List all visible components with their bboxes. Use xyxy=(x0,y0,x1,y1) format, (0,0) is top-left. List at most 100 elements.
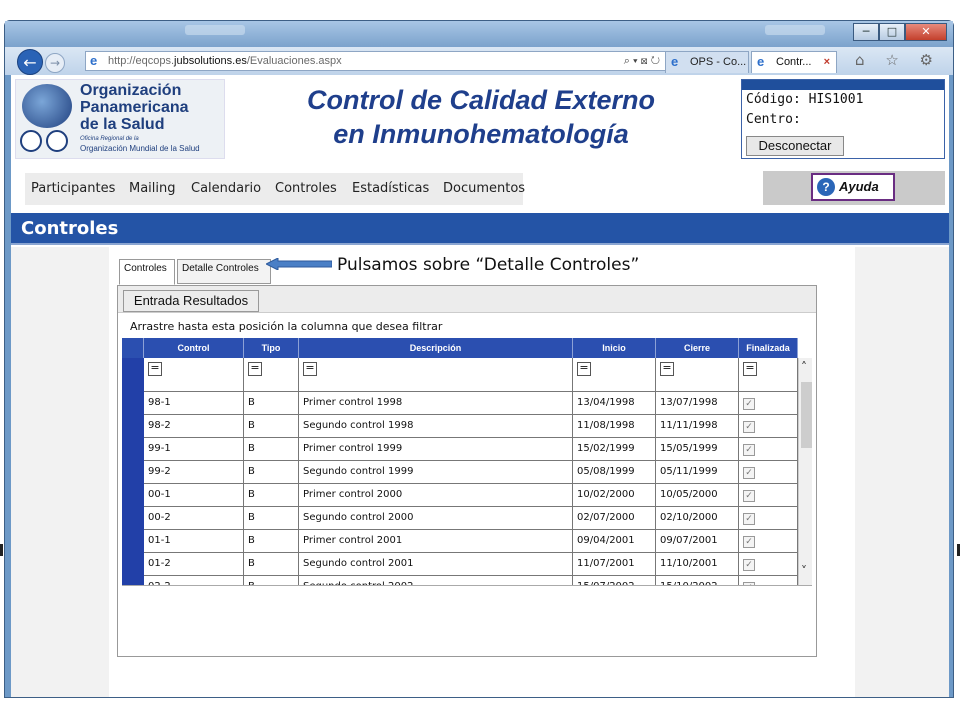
column-header-inicio[interactable]: Inicio xyxy=(573,338,656,358)
cell-inicio[interactable]: 10/02/2000 xyxy=(573,484,656,507)
browser-tab-controles[interactable]: e Contr... × xyxy=(751,51,837,73)
help-button[interactable]: ? Ayuda xyxy=(811,173,895,201)
row-selector[interactable] xyxy=(122,507,144,530)
cell-cierre[interactable]: 09/07/2001 xyxy=(656,530,739,553)
row-selector[interactable] xyxy=(122,553,144,576)
cell-cierre[interactable]: 11/10/2001 xyxy=(656,553,739,576)
tab-controles[interactable]: Controles xyxy=(119,259,175,285)
back-button[interactable]: ← xyxy=(17,49,43,75)
cell-tipo[interactable]: B xyxy=(244,530,299,553)
cell-descripcion[interactable]: Segundo control 2002 xyxy=(299,576,573,585)
cell-descripcion[interactable]: Primer control 2001 xyxy=(299,530,573,553)
scroll-up-icon[interactable]: ˄ xyxy=(801,360,807,374)
cell-finalizada[interactable]: ✓ xyxy=(739,392,798,415)
cell-cierre[interactable]: 02/10/2000 xyxy=(656,507,739,530)
cell-cierre[interactable]: 13/07/1998 xyxy=(656,392,739,415)
browser-tab-ops[interactable]: e OPS - Co... xyxy=(665,51,749,73)
cell-finalizada[interactable]: ✓ xyxy=(739,507,798,530)
cell-control[interactable]: 99-2 xyxy=(144,461,244,484)
cell-control[interactable]: 00-1 xyxy=(144,484,244,507)
menu-item-participantes[interactable]: Participantes xyxy=(31,181,115,196)
cell-finalizada[interactable]: ✓ xyxy=(739,553,798,576)
cell-descripcion[interactable]: Primer control 2000 xyxy=(299,484,573,507)
cell-cierre[interactable]: 10/05/2000 xyxy=(656,484,739,507)
cell-tipo[interactable]: B xyxy=(244,438,299,461)
scroll-down-icon[interactable]: ˅ xyxy=(801,564,807,578)
menu-item-controles[interactable]: Controles xyxy=(275,181,337,196)
minimize-button[interactable]: ─ xyxy=(853,23,879,41)
cell-inicio[interactable]: 05/08/1999 xyxy=(573,461,656,484)
cell-cierre[interactable]: 15/05/1999 xyxy=(656,438,739,461)
cell-descripcion[interactable]: Segundo control 2000 xyxy=(299,507,573,530)
row-selector[interactable] xyxy=(122,530,144,553)
entrada-resultados-button[interactable]: Entrada Resultados xyxy=(123,290,259,312)
forward-button[interactable]: → xyxy=(45,53,65,73)
cell-descripcion[interactable]: Segundo control 1998 xyxy=(299,415,573,438)
cell-control[interactable]: 01-1 xyxy=(144,530,244,553)
row-selector[interactable] xyxy=(122,392,144,415)
address-bar[interactable]: e http://eqcops.jubsolutions.es/Evaluaci… xyxy=(85,51,667,71)
menu-item-mailing[interactable]: Mailing xyxy=(129,181,176,196)
column-header-cierre[interactable]: Cierre xyxy=(656,338,739,358)
cell-descripcion[interactable]: Primer control 1998 xyxy=(299,392,573,415)
menu-item-estadisticas[interactable]: Estadísticas xyxy=(352,181,429,196)
column-header-tipo[interactable]: Tipo xyxy=(244,338,299,358)
cell-descripcion[interactable]: Segundo control 2001 xyxy=(299,553,573,576)
filter-descripcion[interactable]: = xyxy=(303,362,317,376)
filter-inicio[interactable]: = xyxy=(577,362,591,376)
cell-inicio[interactable]: 13/04/1998 xyxy=(573,392,656,415)
cell-tipo[interactable]: B xyxy=(244,461,299,484)
close-tab-icon[interactable]: × xyxy=(824,52,830,72)
cell-inicio[interactable]: 11/08/1998 xyxy=(573,415,656,438)
cell-cierre[interactable]: 05/11/1999 xyxy=(656,461,739,484)
row-selector[interactable] xyxy=(122,576,144,585)
cell-tipo[interactable]: B xyxy=(244,553,299,576)
row-selector[interactable] xyxy=(122,438,144,461)
close-window-button[interactable]: ✕ xyxy=(905,23,947,41)
vertical-scrollbar[interactable]: ˄ ˅ xyxy=(798,358,812,585)
row-selector[interactable] xyxy=(122,484,144,507)
cell-finalizada[interactable]: ✓ xyxy=(739,530,798,553)
cell-tipo[interactable]: B xyxy=(244,392,299,415)
row-selector[interactable] xyxy=(122,461,144,484)
cell-cierre[interactable]: 11/11/1998 xyxy=(656,415,739,438)
scroll-thumb[interactable] xyxy=(801,382,812,448)
cell-tipo[interactable]: B xyxy=(244,507,299,530)
cell-control[interactable]: 01-2 xyxy=(144,553,244,576)
filter-tipo[interactable]: = xyxy=(248,362,262,376)
cell-inicio[interactable]: 09/04/2001 xyxy=(573,530,656,553)
menu-item-calendario[interactable]: Calendario xyxy=(191,181,261,196)
cell-finalizada[interactable]: ✓ xyxy=(739,415,798,438)
cell-tipo[interactable]: B xyxy=(244,576,299,585)
home-favorites-settings-icons[interactable]: ⌂ ☆ ⚙ xyxy=(855,51,941,69)
cell-tipo[interactable]: B xyxy=(244,484,299,507)
cell-finalizada[interactable]: ✓ xyxy=(739,484,798,507)
cell-inicio[interactable]: 15/07/2002 xyxy=(573,576,656,585)
cell-control[interactable]: 00-2 xyxy=(144,507,244,530)
disconnect-button[interactable]: Desconectar xyxy=(746,136,844,156)
cell-finalizada[interactable]: ✓ xyxy=(739,438,798,461)
cell-inicio[interactable]: 11/07/2001 xyxy=(573,553,656,576)
address-tools[interactable]: ⌕ ▾ ⊠ ↻ xyxy=(624,52,660,70)
cell-control[interactable]: 98-2 xyxy=(144,415,244,438)
column-header-finalizada[interactable]: Finalizada xyxy=(739,338,798,358)
cell-cierre[interactable]: 15/10/2002 xyxy=(656,576,739,585)
cell-descripcion[interactable]: Primer control 1999 xyxy=(299,438,573,461)
cell-inicio[interactable]: 15/02/1999 xyxy=(573,438,656,461)
tab-detalle-controles[interactable]: Detalle Controles xyxy=(177,259,271,284)
row-selector[interactable] xyxy=(122,415,144,438)
cell-descripcion[interactable]: Segundo control 1999 xyxy=(299,461,573,484)
filter-cierre[interactable]: = xyxy=(660,362,674,376)
cell-control[interactable]: 02-2 xyxy=(144,576,244,585)
filter-finalizada[interactable]: = xyxy=(743,362,757,376)
maximize-button[interactable]: □ xyxy=(879,23,905,41)
column-header-control[interactable]: Control xyxy=(144,338,244,358)
menu-item-documentos[interactable]: Documentos xyxy=(443,181,525,196)
cell-finalizada[interactable]: ✓ xyxy=(739,576,798,585)
cell-control[interactable]: 99-1 xyxy=(144,438,244,461)
cell-control[interactable]: 98-1 xyxy=(144,392,244,415)
column-header-descripcion[interactable]: Descripción xyxy=(299,338,573,358)
cell-finalizada[interactable]: ✓ xyxy=(739,461,798,484)
cell-tipo[interactable]: B xyxy=(244,415,299,438)
filter-control[interactable]: = xyxy=(148,362,162,376)
